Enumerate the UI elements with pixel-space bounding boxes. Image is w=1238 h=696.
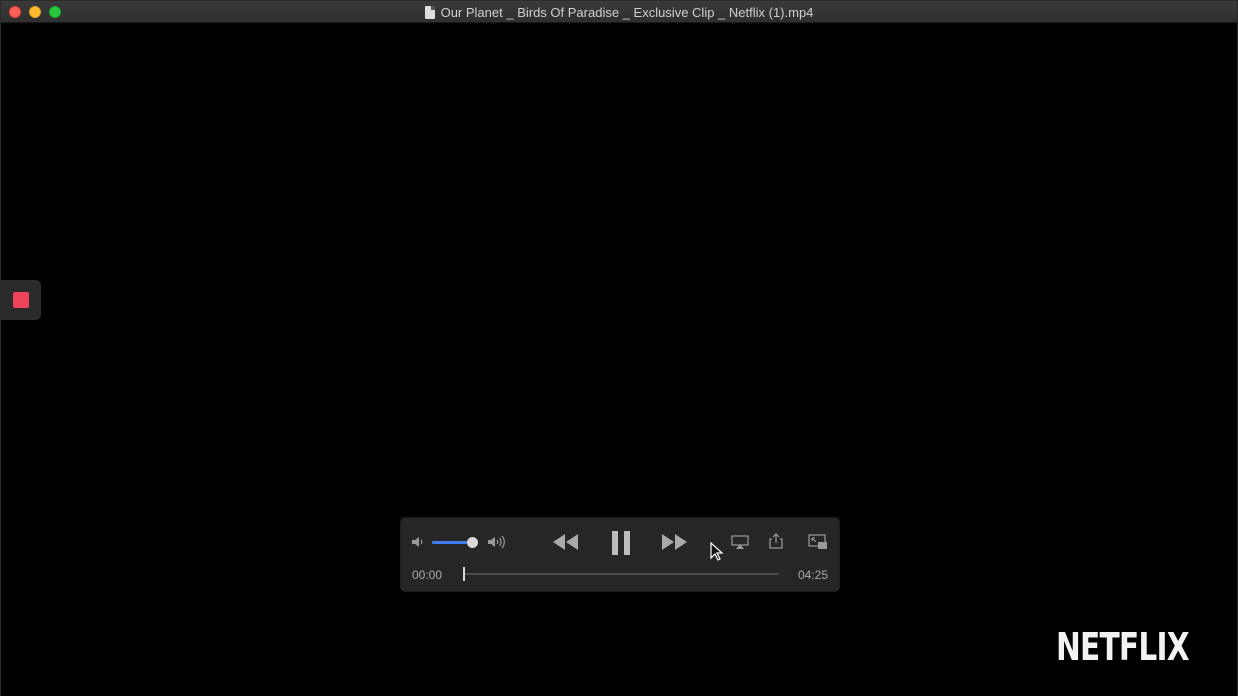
share-icon[interactable] (765, 530, 787, 552)
stop-icon[interactable] (13, 292, 29, 308)
video-area[interactable]: NETFLIX (1, 23, 1237, 696)
title-group: Our Planet _ Birds Of Paradise _ Exclusi… (1, 1, 1237, 23)
pause-icon[interactable] (606, 528, 636, 558)
document-icon (424, 5, 435, 19)
timeline-scrubber[interactable] (463, 567, 779, 581)
current-time: 00:00 (412, 568, 443, 582)
fast-forward-icon[interactable] (660, 530, 690, 554)
playback-controls[interactable]: 00:00 04:25 (400, 517, 840, 592)
volume-knob[interactable] (467, 537, 479, 548)
duration-time: 04:25 (797, 568, 828, 582)
window-title: Our Planet _ Birds Of Paradise _ Exclusi… (440, 4, 814, 20)
title-bar[interactable]: Our Planet _ Birds Of Paradise _ Exclusi… (1, 1, 1237, 23)
playhead[interactable] (463, 567, 465, 581)
speaker-high-icon[interactable] (486, 532, 510, 552)
rewind-icon[interactable] (551, 530, 581, 554)
speaker-low-icon[interactable] (410, 533, 428, 551)
mouse-cursor-icon (710, 541, 724, 567)
volume-slider[interactable] (432, 537, 479, 548)
airplay-icon[interactable] (728, 532, 752, 552)
netflix-logo: NETFLIX (1056, 625, 1190, 669)
volume-fill (432, 541, 473, 544)
player-window: Our Planet _ Birds Of Paradise _ Exclusi… (0, 0, 1238, 696)
screen-recording-widget[interactable] (1, 280, 41, 320)
picture-in-picture-icon[interactable] (806, 532, 830, 552)
